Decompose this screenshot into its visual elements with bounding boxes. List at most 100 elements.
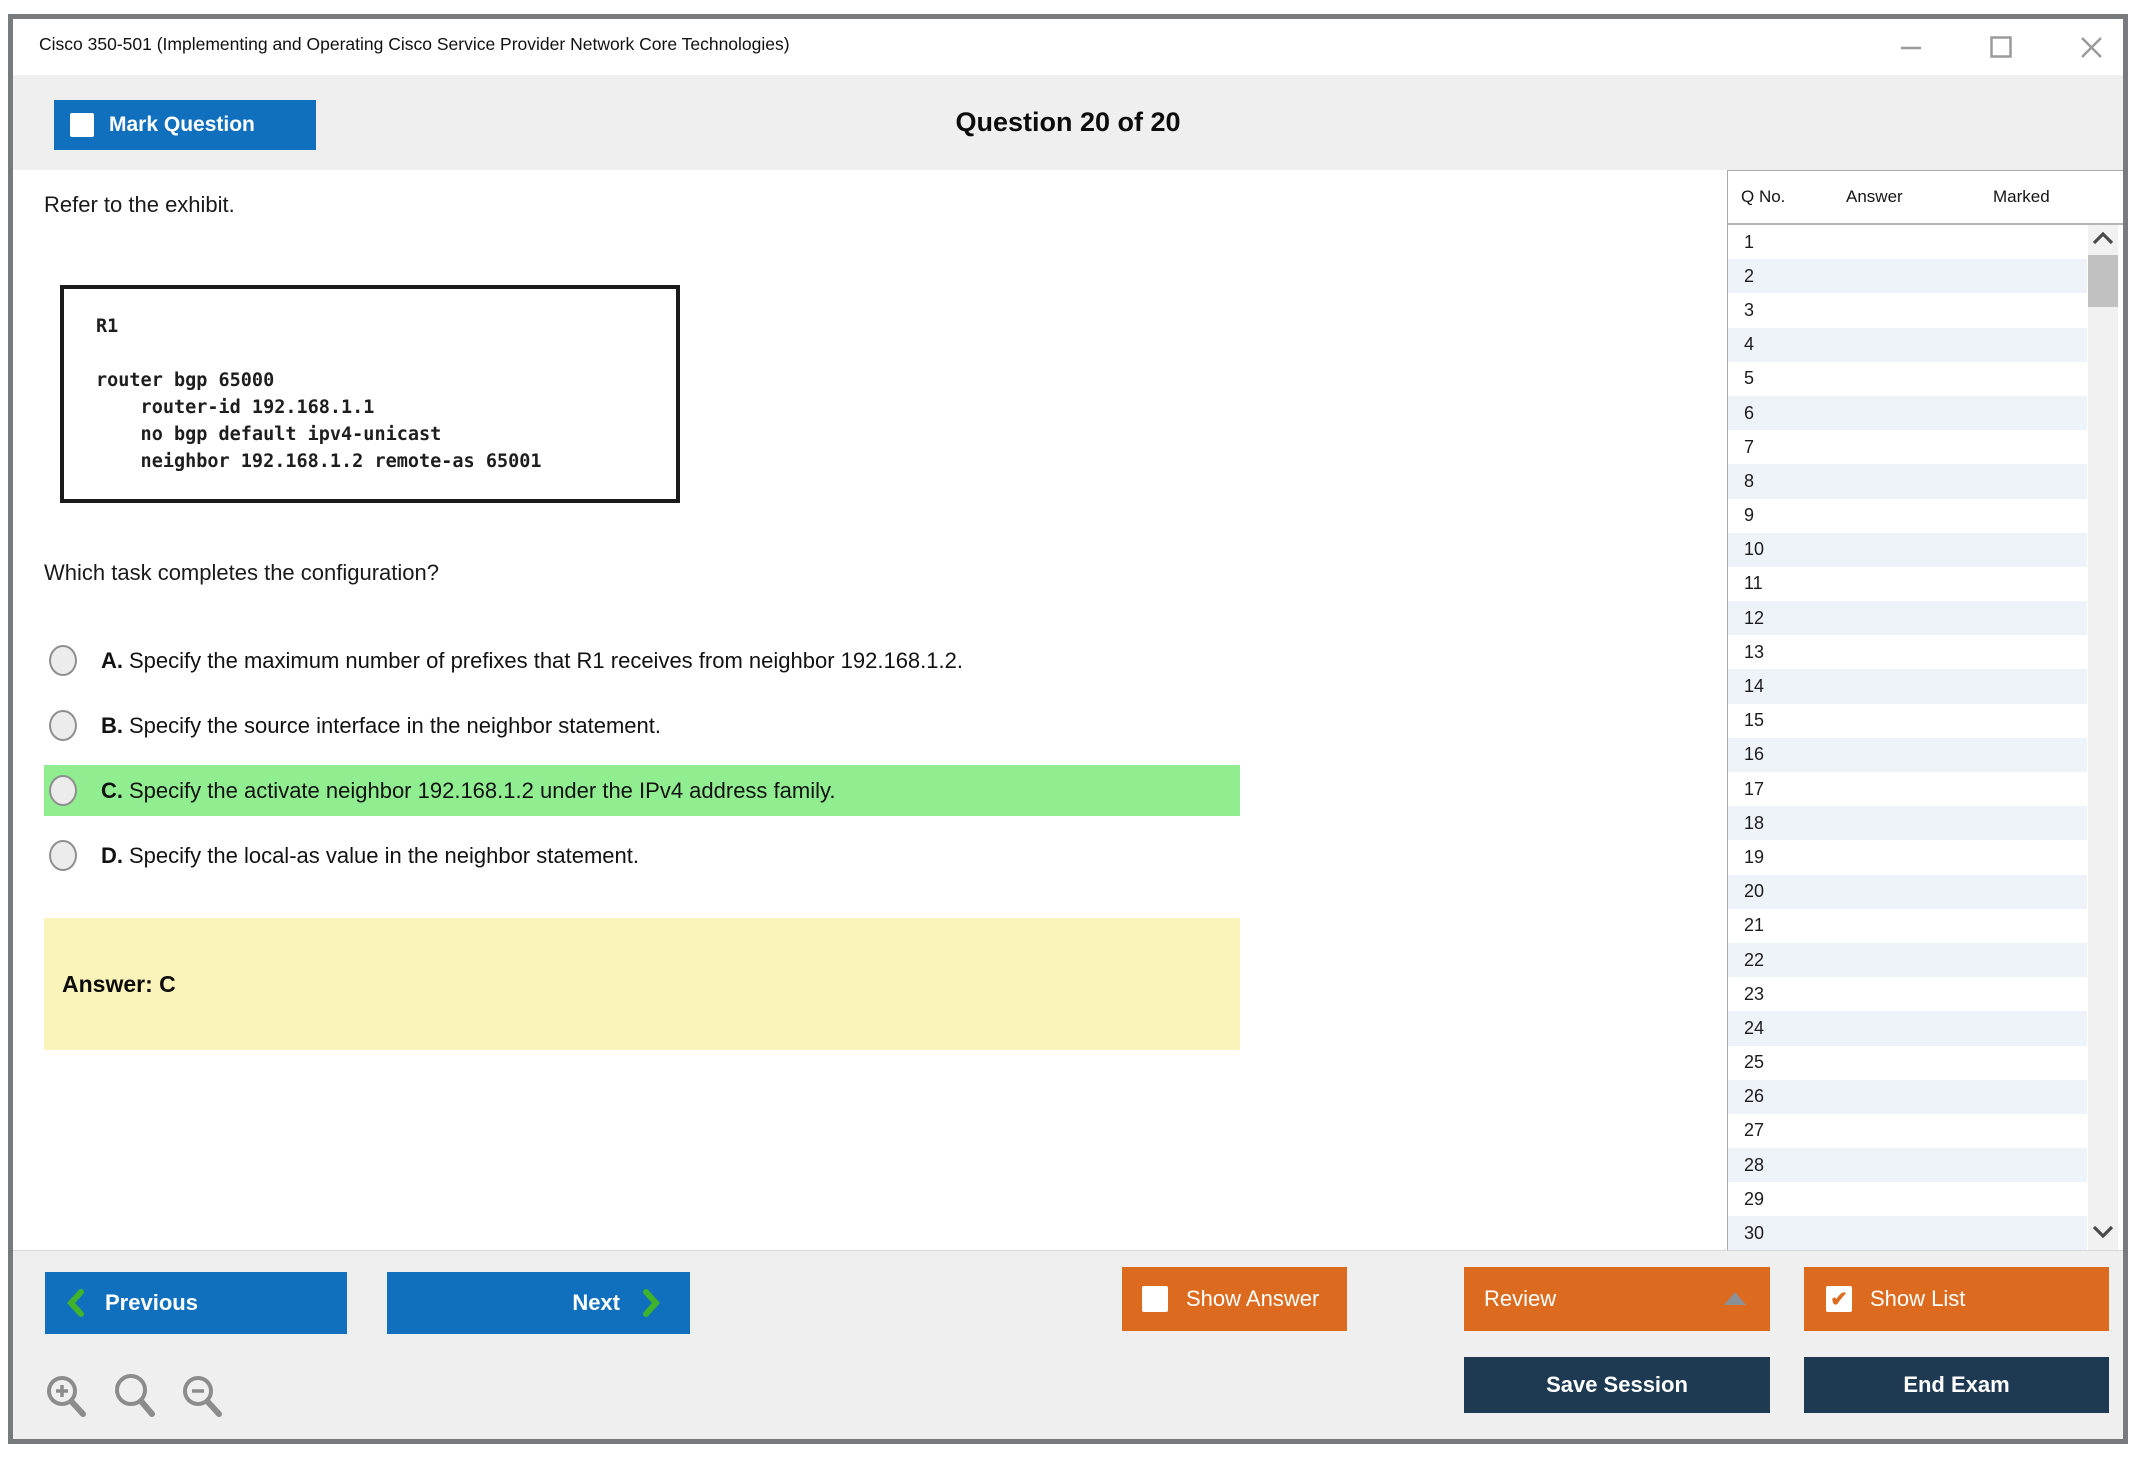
question-number: 8 bbox=[1728, 471, 1754, 492]
titlebar: Cisco 350-501 (Implementing and Operatin… bbox=[13, 19, 2123, 75]
maximize-button[interactable] bbox=[1987, 33, 2015, 61]
header-band: Question 20 of 20 Mark Question bbox=[13, 75, 2123, 170]
search-icon bbox=[111, 1373, 159, 1421]
question-row-10[interactable]: 10 bbox=[1728, 533, 2087, 567]
previous-button[interactable]: Previous bbox=[45, 1272, 347, 1334]
question-row-13[interactable]: 13 bbox=[1728, 635, 2087, 669]
question-number: 3 bbox=[1728, 300, 1754, 321]
option-radio[interactable] bbox=[49, 645, 77, 676]
question-row-16[interactable]: 16 bbox=[1728, 738, 2087, 772]
close-icon bbox=[2078, 34, 2105, 61]
triangle-up-icon bbox=[1724, 1292, 1746, 1305]
config-line: router bgp 65000 bbox=[96, 367, 676, 394]
search-button[interactable] bbox=[111, 1373, 159, 1426]
question-row-1[interactable]: 1 bbox=[1728, 225, 2087, 259]
option-radio[interactable] bbox=[49, 710, 77, 741]
question-list: 1234567891011121314151617181920212223242… bbox=[1728, 225, 2087, 1250]
scrollbar-thumb[interactable] bbox=[2088, 255, 2118, 307]
scroll-up-button[interactable] bbox=[2092, 231, 2114, 250]
question-row-9[interactable]: 9 bbox=[1728, 499, 2087, 533]
mark-question-checkbox[interactable] bbox=[70, 113, 94, 137]
question-number: 25 bbox=[1728, 1052, 1764, 1073]
question-row-26[interactable]: 26 bbox=[1728, 1080, 2087, 1114]
question-row-19[interactable]: 19 bbox=[1728, 840, 2087, 874]
review-label: Review bbox=[1484, 1286, 1556, 1312]
option-text: A.Specify the maximum number of prefixes… bbox=[101, 648, 963, 674]
question-prompt: Which task completes the configuration? bbox=[44, 560, 439, 586]
config-line bbox=[96, 340, 676, 367]
question-row-17[interactable]: 17 bbox=[1728, 772, 2087, 806]
question-number: 28 bbox=[1728, 1155, 1764, 1176]
review-button[interactable]: Review bbox=[1464, 1267, 1770, 1331]
minimize-button[interactable] bbox=[1897, 33, 1925, 61]
check-icon: ✔ bbox=[1830, 1289, 1848, 1310]
exhibit-intro-text: Refer to the exhibit. bbox=[44, 192, 235, 218]
question-row-3[interactable]: 3 bbox=[1728, 293, 2087, 327]
question-number: 15 bbox=[1728, 710, 1764, 731]
show-list-checkbox[interactable]: ✔ bbox=[1826, 1286, 1852, 1312]
question-row-18[interactable]: 18 bbox=[1728, 806, 2087, 840]
question-row-12[interactable]: 12 bbox=[1728, 601, 2087, 635]
question-counter: Question 20 of 20 bbox=[13, 75, 2123, 170]
next-button[interactable]: Next bbox=[387, 1272, 690, 1334]
question-row-4[interactable]: 4 bbox=[1728, 328, 2087, 362]
question-row-6[interactable]: 6 bbox=[1728, 396, 2087, 430]
question-row-15[interactable]: 15 bbox=[1728, 704, 2087, 738]
chevron-left-icon bbox=[65, 1288, 87, 1318]
answer-box: Answer: C bbox=[44, 918, 1240, 1050]
question-number: 2 bbox=[1728, 266, 1754, 287]
option-radio[interactable] bbox=[49, 775, 77, 806]
question-number: 18 bbox=[1728, 813, 1764, 834]
question-row-7[interactable]: 7 bbox=[1728, 430, 2087, 464]
question-list-scrollbar[interactable] bbox=[2088, 225, 2118, 1250]
save-session-button[interactable]: Save Session bbox=[1464, 1357, 1770, 1413]
question-number: 24 bbox=[1728, 1018, 1764, 1039]
question-number: 23 bbox=[1728, 984, 1764, 1005]
config-line: neighbor 192.168.1.2 remote-as 65001 bbox=[96, 448, 676, 475]
question-row-5[interactable]: 5 bbox=[1728, 362, 2087, 396]
show-list-label: Show List bbox=[1870, 1286, 1965, 1312]
option-radio[interactable] bbox=[49, 840, 77, 871]
question-row-28[interactable]: 28 bbox=[1728, 1148, 2087, 1182]
question-row-11[interactable]: 11 bbox=[1728, 567, 2087, 601]
end-exam-button[interactable]: End Exam bbox=[1804, 1357, 2109, 1413]
option-row-a[interactable]: A.Specify the maximum number of prefixes… bbox=[44, 635, 1240, 686]
question-number: 19 bbox=[1728, 847, 1764, 868]
question-row-27[interactable]: 27 bbox=[1728, 1114, 2087, 1148]
question-number: 1 bbox=[1728, 232, 1754, 253]
show-answer-label: Show Answer bbox=[1186, 1286, 1319, 1312]
question-row-30[interactable]: 30 bbox=[1728, 1216, 2087, 1250]
option-row-d[interactable]: D.Specify the local-as value in the neig… bbox=[44, 830, 1240, 881]
question-number: 27 bbox=[1728, 1120, 1764, 1141]
chevron-down-icon bbox=[2092, 1225, 2114, 1239]
question-row-22[interactable]: 22 bbox=[1728, 943, 2087, 977]
mark-question-button[interactable]: Mark Question bbox=[54, 100, 316, 150]
show-answer-button[interactable]: Show Answer bbox=[1122, 1267, 1347, 1331]
show-list-button[interactable]: ✔ Show List bbox=[1804, 1267, 2109, 1331]
option-row-b[interactable]: B.Specify the source interface in the ne… bbox=[44, 700, 1240, 751]
question-row-20[interactable]: 20 bbox=[1728, 875, 2087, 909]
option-row-c[interactable]: C.Specify the activate neighbor 192.168.… bbox=[44, 765, 1240, 816]
question-row-29[interactable]: 29 bbox=[1728, 1182, 2087, 1216]
question-row-23[interactable]: 23 bbox=[1728, 977, 2087, 1011]
end-exam-label: End Exam bbox=[1903, 1372, 2009, 1398]
config-line: R1 bbox=[96, 313, 676, 340]
question-row-14[interactable]: 14 bbox=[1728, 669, 2087, 703]
question-number: 6 bbox=[1728, 403, 1754, 424]
question-number: 16 bbox=[1728, 744, 1764, 765]
question-row-2[interactable]: 2 bbox=[1728, 259, 2087, 293]
show-answer-checkbox[interactable] bbox=[1142, 1286, 1168, 1312]
question-number: 12 bbox=[1728, 608, 1764, 629]
mark-question-label: Mark Question bbox=[109, 113, 255, 137]
question-row-8[interactable]: 8 bbox=[1728, 464, 2087, 498]
scroll-down-button[interactable] bbox=[2092, 1225, 2114, 1244]
question-row-24[interactable]: 24 bbox=[1728, 1011, 2087, 1045]
zoom-out-button[interactable] bbox=[179, 1373, 227, 1426]
question-row-25[interactable]: 25 bbox=[1728, 1046, 2087, 1080]
question-list-header: Q No. Answer Marked bbox=[1728, 171, 2123, 225]
window-controls bbox=[1897, 19, 2105, 75]
close-button[interactable] bbox=[2077, 33, 2105, 61]
question-row-21[interactable]: 21 bbox=[1728, 909, 2087, 943]
column-header-qno: Q No. bbox=[1741, 187, 1785, 207]
zoom-in-button[interactable] bbox=[43, 1373, 91, 1426]
